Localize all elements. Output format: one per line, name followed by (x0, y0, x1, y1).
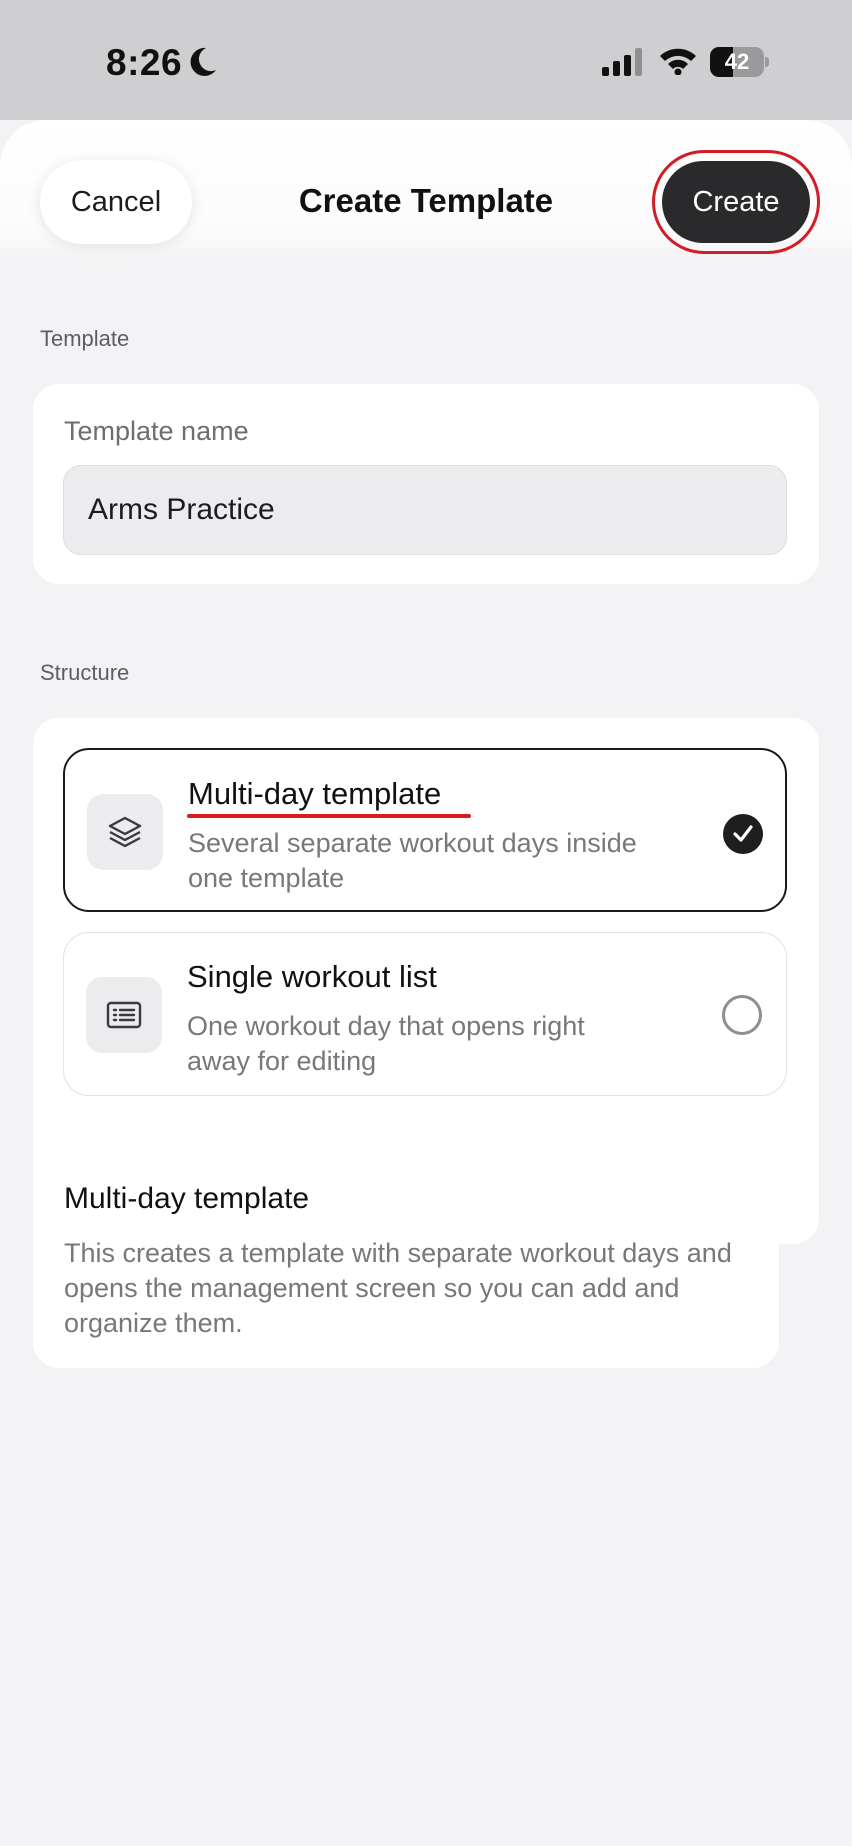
option-icon-box (86, 977, 162, 1053)
status-bar: 8:26 42 (0, 0, 852, 120)
option-single-workout-list[interactable]: Single workout list One workout day that… (63, 932, 787, 1096)
cellular-signal-icon (602, 48, 642, 76)
battery-cap (765, 57, 769, 67)
battery-body: 42 (710, 47, 764, 77)
radio-unchecked[interactable] (722, 995, 762, 1035)
radio-checked[interactable] (723, 814, 763, 854)
option-title: Multi-day template (188, 776, 442, 811)
structure-section-header: Structure (40, 660, 130, 685)
page-title: Create Template (298, 182, 554, 219)
screen: 8:26 42 Cancel Create Template Create Te… (0, 0, 852, 1846)
battery-indicator: 42 (710, 47, 769, 77)
template-name-input[interactable] (63, 465, 787, 555)
create-button[interactable]: Create (662, 161, 810, 243)
cancel-button[interactable]: Cancel (40, 160, 192, 244)
moon-icon (190, 47, 216, 76)
status-time: 8:26 (106, 42, 183, 83)
option-multi-day-template[interactable]: Multi-day template Several separate work… (63, 748, 787, 912)
option-description: Several separate workout days inside one… (188, 828, 637, 893)
battery-level: 42 (724, 49, 750, 74)
list-icon (106, 1001, 142, 1029)
info-card-body: This creates a template with separate wo… (64, 1238, 732, 1338)
checkmark-icon (733, 825, 753, 842)
option-title: Single workout list (187, 959, 437, 994)
navigation-bar: Cancel Create Template Create (0, 120, 852, 262)
option-icon-box (87, 794, 163, 870)
option-description: One workout day that opens right away fo… (187, 1011, 585, 1076)
create-template-sheet: Cancel Create Template Create Template T… (0, 120, 852, 1846)
wifi-icon (660, 48, 696, 75)
layers-icon (108, 816, 142, 848)
template-name-label: Template name (64, 416, 249, 446)
option-title-underline (187, 814, 471, 818)
info-card-title: Multi-day template (64, 1182, 310, 1215)
template-section-header: Template (40, 326, 130, 351)
